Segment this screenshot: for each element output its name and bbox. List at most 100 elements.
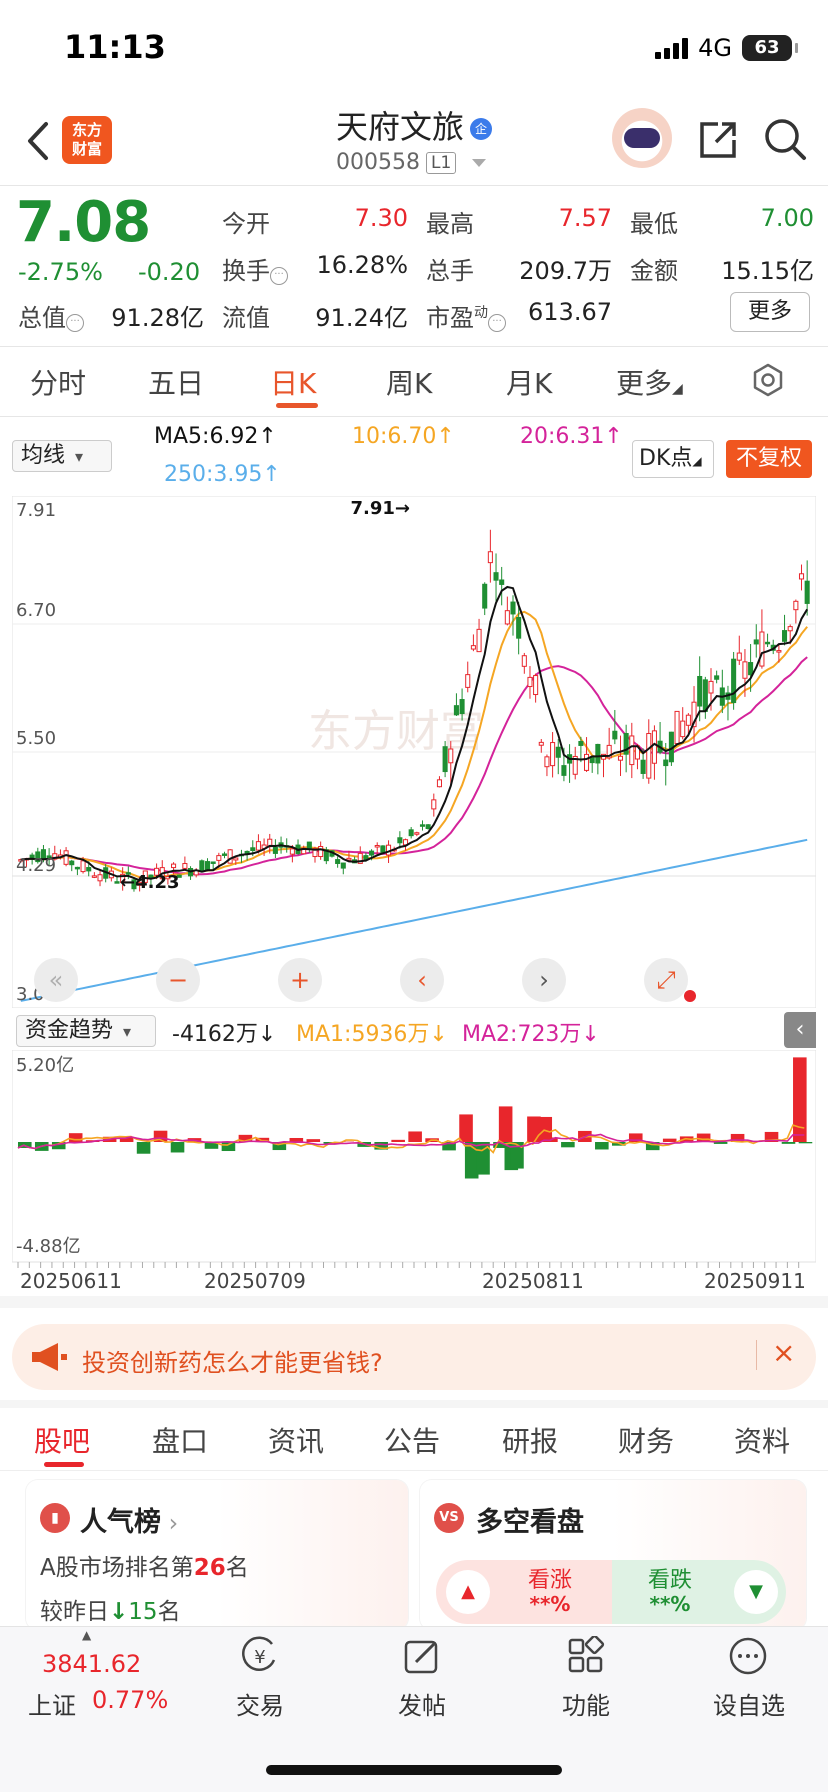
tab-daily-k[interactable]: 日K	[270, 362, 316, 402]
zoom-out-icon[interactable]: −	[156, 958, 200, 1002]
y-tick-label: 6.70	[16, 600, 56, 621]
tab-finance[interactable]: 财务	[618, 1420, 674, 1460]
trade-icon[interactable]: ¥	[240, 1636, 280, 1676]
candle-body	[578, 740, 584, 746]
rank-line: A股市场排名第26名	[40, 1548, 249, 1582]
watchlist-icon[interactable]	[728, 1636, 768, 1676]
x-tick-label: 20250611	[20, 1269, 122, 1293]
zoom-in-icon[interactable]: +	[278, 958, 322, 1002]
candle-body	[589, 756, 595, 764]
nav-trade[interactable]: 交易	[220, 1686, 300, 1721]
home-indicator	[266, 1765, 562, 1775]
pe-label: 市盈动···	[426, 298, 506, 333]
candle-body	[527, 676, 533, 688]
ma-select[interactable]: 均线	[12, 440, 112, 472]
fund-trend-chart[interactable]: 5.20亿 -4.88亿 20250611 20250709 20250811 …	[12, 1050, 816, 1312]
candle-body	[74, 866, 80, 870]
index-value[interactable]: 3841.62	[42, 1650, 141, 1678]
candle-body	[708, 680, 714, 694]
candle-body	[340, 862, 346, 869]
candle-body	[798, 573, 805, 580]
tab-news[interactable]: 资讯	[268, 1420, 324, 1460]
candle-body	[674, 710, 680, 745]
tab-intraday[interactable]: 分时	[30, 362, 86, 402]
tab-more[interactable]: 更多◢	[616, 362, 683, 402]
rank-change-value: 15	[128, 1599, 158, 1625]
fund-bar	[662, 1138, 677, 1142]
search-icon[interactable]	[762, 116, 808, 162]
tab-pankou[interactable]: 盘口	[152, 1420, 208, 1460]
enterprise-badge: 企	[470, 118, 492, 140]
bearish-value: **%	[649, 1592, 691, 1616]
candle-body	[182, 863, 188, 869]
candle-body	[544, 756, 550, 768]
caret-icon: ◢	[672, 381, 683, 397]
candle-body	[714, 675, 720, 680]
candle-body	[210, 861, 216, 864]
tab-weekly-k[interactable]: 周K	[386, 362, 432, 402]
tab-five-day[interactable]: 五日	[148, 362, 204, 402]
fund-bar	[391, 1139, 405, 1142]
tab-more-label: 更多	[616, 367, 673, 400]
index-name[interactable]: 上证	[28, 1686, 76, 1721]
nav-watchlist[interactable]: 设自选	[704, 1686, 794, 1721]
tab-guba[interactable]: 股吧	[34, 1420, 90, 1460]
candle-body	[346, 857, 352, 861]
tab-announcements[interactable]: 公告	[384, 1420, 440, 1460]
tab-research[interactable]: 研报	[502, 1420, 558, 1460]
dk-label: DK点	[639, 446, 693, 471]
nav-functions[interactable]: 功能	[546, 1686, 626, 1721]
pe-sup: 动	[474, 305, 488, 321]
rank-change-unit: 名	[157, 1599, 181, 1625]
scroll-right-icon[interactable]: ›	[522, 958, 566, 1002]
popularity-title[interactable]: 人气榜 ›	[80, 1500, 178, 1539]
post-icon[interactable]	[402, 1636, 442, 1676]
candle-body	[697, 676, 703, 707]
candle-body	[499, 579, 505, 585]
scroll-left-fast-icon[interactable]: «	[34, 958, 78, 1002]
chevron-down-icon	[472, 158, 487, 167]
info-icon[interactable]: ···	[270, 267, 288, 285]
up-caret-icon: ▲	[82, 1628, 92, 1642]
candle-body	[244, 850, 250, 854]
promo-text[interactable]: 投资创新药怎么才能更省钱?	[82, 1343, 383, 1378]
fullscreen-icon[interactable]: ⤢	[644, 958, 688, 1002]
turnover-value: 16.28%	[316, 251, 408, 279]
rank-change-text: 较昨日	[40, 1599, 109, 1625]
candle-body	[63, 850, 69, 865]
candle-body	[617, 755, 624, 761]
more-button[interactable]: 更多	[730, 292, 810, 332]
share-icon[interactable]	[696, 118, 740, 162]
gear-icon[interactable]	[750, 362, 786, 398]
fund-bar	[221, 1142, 236, 1152]
adjust-button[interactable]: 不复权	[726, 440, 812, 478]
dk-point-button[interactable]: DK点◢	[632, 440, 714, 478]
info-icon[interactable]: ···	[488, 314, 506, 332]
info-icon[interactable]: ···	[66, 314, 84, 332]
candle-body	[318, 846, 324, 858]
float-value: 91.24亿	[315, 304, 408, 332]
sub-indicator-select[interactable]: 资金趋势	[16, 1015, 156, 1047]
change-amount: -0.20	[138, 258, 201, 286]
candlestick-chart[interactable]: 东方财富 7.91 6.70 5.50 4.29 3.08 7.91→ ←4.2…	[12, 496, 816, 1008]
tab-monthly-k[interactable]: 月K	[506, 362, 552, 402]
ai-assistant-icon[interactable]	[612, 108, 672, 168]
rank-value: 26	[193, 1555, 226, 1581]
ma5-legend: MA5:6.92↑	[154, 424, 277, 449]
candle-body	[561, 765, 567, 776]
index-change[interactable]: 0.77%	[92, 1686, 168, 1714]
nav-post[interactable]: 发帖	[382, 1686, 462, 1721]
max-price-note: 7.91→	[351, 498, 411, 519]
rank-change-line: 较昨日↓15名	[40, 1592, 181, 1626]
close-icon[interactable]: ×	[772, 1336, 795, 1369]
status-icons: 4G 63	[655, 34, 798, 62]
candle-body	[776, 650, 782, 653]
collapse-tab-icon[interactable]: ‹	[784, 1012, 816, 1048]
change-percent: -2.75%	[18, 258, 103, 286]
tab-profile[interactable]: 资料	[734, 1420, 790, 1460]
functions-icon[interactable]	[566, 1636, 606, 1676]
fund-bar	[170, 1142, 185, 1153]
scroll-left-icon[interactable]: ‹	[400, 958, 444, 1002]
fund-bar	[793, 1057, 807, 1142]
stock-code-row[interactable]: 000558 L1	[336, 150, 487, 175]
